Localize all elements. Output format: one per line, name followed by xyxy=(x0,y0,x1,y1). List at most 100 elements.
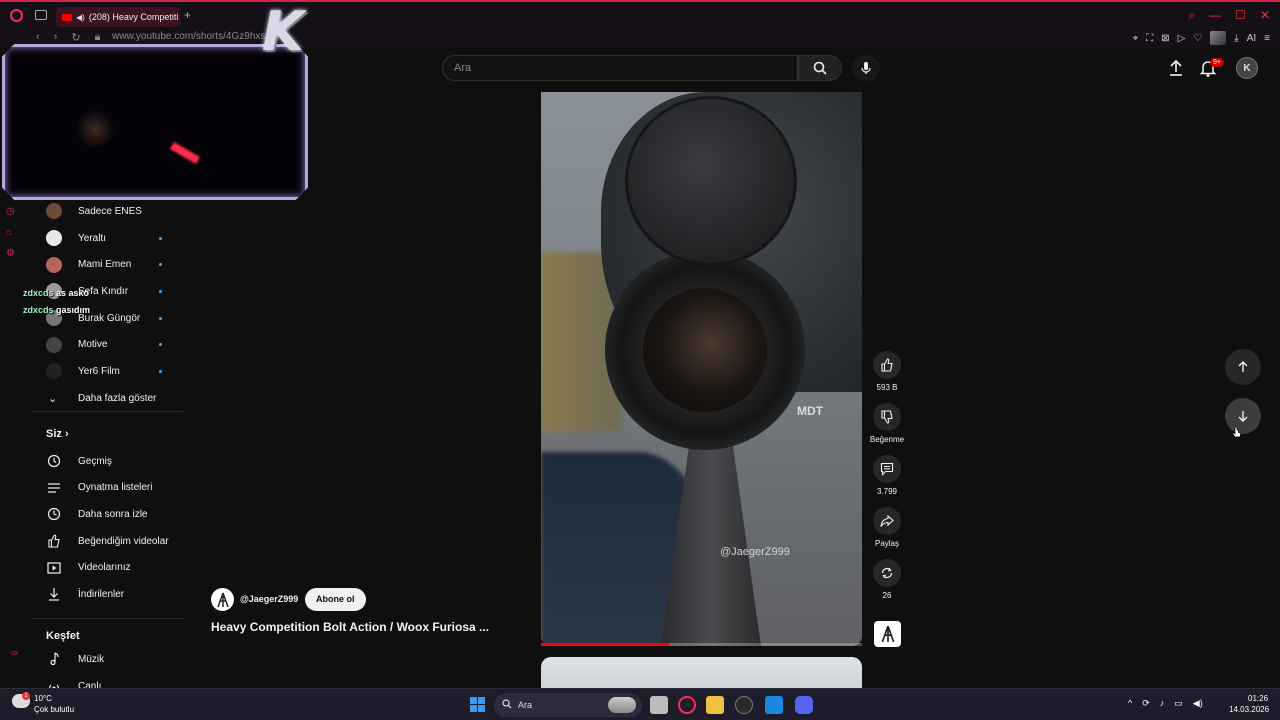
sidebar-item-yeralti[interactable]: Yeraltı xyxy=(40,225,190,252)
webcam-neon xyxy=(170,142,200,164)
sidebar-item-sadece-enes[interactable]: Sadece ENES xyxy=(40,198,190,225)
browser-tab-youtube[interactable]: ◀) (208) Heavy Competiti xyxy=(56,7,180,27)
shield-icon[interactable]: ⊠ xyxy=(1161,33,1169,44)
comments-button[interactable] xyxy=(873,455,901,483)
video-overlay-text: MDT xyxy=(797,404,823,418)
video-player[interactable]: MDT @JaegerZ999 xyxy=(541,92,862,646)
chevron-up-icon[interactable]: ^ xyxy=(1128,698,1132,709)
task-view-icon[interactable] xyxy=(650,696,668,714)
extension-avatar[interactable] xyxy=(1210,31,1227,45)
menu-icon[interactable]: ≡ xyxy=(1264,33,1270,44)
sound-source-thumbnail[interactable] xyxy=(874,621,901,647)
sidebar-item-label: Daha sonra izle xyxy=(78,508,148,520)
like-count: 593 B xyxy=(876,383,898,392)
chat-text: gasıdım xyxy=(56,305,91,315)
clock-icon[interactable]: ◷ xyxy=(6,206,15,217)
sidebar-item-playlists[interactable]: Oynatma listeleri xyxy=(40,475,190,502)
tab-menu-icon[interactable] xyxy=(35,10,47,20)
sidebar-item-music[interactable]: Müzik xyxy=(40,646,190,673)
channel-avatar[interactable] xyxy=(211,588,234,611)
new-tab-icon[interactable]: + xyxy=(184,8,191,22)
home-icon[interactable]: ⌂ xyxy=(6,227,15,238)
forward-icon[interactable]: › xyxy=(54,31,58,44)
upload-icon xyxy=(1170,59,1182,76)
screenshot-icon[interactable]: ⛶ xyxy=(1146,33,1153,44)
start-button[interactable] xyxy=(470,697,485,712)
channel-avatar xyxy=(46,256,62,273)
thumbs-up-icon xyxy=(881,358,893,372)
reload-icon[interactable]: ↻ xyxy=(71,31,80,44)
sidebar-item-watch-later[interactable]: Daha sonra izle xyxy=(40,501,190,528)
avatar[interactable]: K xyxy=(1236,57,1258,79)
maximize-icon[interactable]: ☐ xyxy=(1235,8,1246,23)
section-you[interactable]: Siz › xyxy=(46,428,69,440)
sidebar-item-history[interactable]: Geçmiş xyxy=(40,448,190,475)
dislike-button[interactable] xyxy=(873,403,901,431)
heart-icon[interactable]: ♡ xyxy=(1193,33,1202,44)
network-icon[interactable]: ▭ xyxy=(1174,698,1183,709)
video-scope-lens xyxy=(643,288,767,412)
clock-date[interactable]: 14.03.2026 xyxy=(1229,705,1269,714)
remix-count: 26 xyxy=(882,591,892,600)
chat-message: zdxcds as asko xyxy=(23,288,89,298)
previous-video-button[interactable] xyxy=(1225,349,1261,385)
dislike-label: Beğenme xyxy=(869,435,905,444)
channel-avatar xyxy=(46,230,62,247)
search-button[interactable] xyxy=(798,55,842,81)
remix-button[interactable] xyxy=(873,559,901,587)
new-content-dot xyxy=(159,236,162,240)
volume-icon[interactable]: ◀) xyxy=(1193,698,1203,709)
search-input[interactable]: Ara xyxy=(442,55,798,81)
taskbar: 1 10°C Çok bulutlu Ara ^ ⟳ ♪ ▭ ◀) 01:26 … xyxy=(0,688,1280,720)
opera-browser-icon[interactable] xyxy=(678,696,696,714)
channel-name: Mami Emen xyxy=(78,259,132,271)
download-icon[interactable]: ⤓ xyxy=(1234,33,1238,44)
play-box-icon xyxy=(47,562,61,574)
app-icon[interactable] xyxy=(765,696,783,714)
channel-name[interactable]: @JaegerZ999 xyxy=(240,594,298,604)
voice-search-button[interactable] xyxy=(852,55,880,81)
settings-icon[interactable]: ⚙ xyxy=(6,248,15,259)
clock-time[interactable]: 01:26 xyxy=(1248,694,1268,703)
sidebar-item-liked-videos[interactable]: Beğendiğim videolar xyxy=(40,528,190,555)
widget-app-icon[interactable] xyxy=(608,697,636,713)
microphone-icon[interactable]: ♪ xyxy=(1160,698,1165,709)
sidebar-item-live[interactable]: Canlı xyxy=(40,673,190,689)
channel-avatar xyxy=(46,336,62,353)
sidebar-item-label: Beğendiğim videolar xyxy=(78,535,169,547)
file-explorer-icon[interactable] xyxy=(706,696,724,714)
play-icon[interactable]: ▷ xyxy=(1178,33,1186,44)
next-video-button[interactable] xyxy=(1225,398,1261,434)
video-title[interactable]: Heavy Competition Bolt Action / Woox Fur… xyxy=(211,620,489,634)
sidebar-item-your-videos[interactable]: Videolarınız xyxy=(40,554,190,581)
weather-desc[interactable]: Çok bulutlu xyxy=(34,705,74,714)
opera-logo-icon[interactable] xyxy=(10,9,23,22)
show-more-button[interactable]: ⌄ Daha fazla göster xyxy=(40,385,190,412)
search-icon xyxy=(813,61,827,75)
subscribe-button[interactable]: Abone ol xyxy=(305,588,366,611)
search-icon[interactable]: ⌕ xyxy=(1188,8,1195,23)
like-button[interactable] xyxy=(873,351,901,379)
close-icon[interactable]: ✕ xyxy=(1260,8,1270,23)
sync-icon[interactable]: ⟳ xyxy=(1142,698,1150,709)
share-button[interactable] xyxy=(873,507,901,535)
sidebar-item-motive[interactable]: Motive xyxy=(40,331,190,358)
discord-icon[interactable] xyxy=(795,696,813,714)
pin-icon[interactable]: ⌖ xyxy=(1133,33,1139,44)
minimize-icon[interactable]: — xyxy=(1209,8,1221,23)
windows-logo-icon xyxy=(470,697,477,704)
speaker-icon[interactable]: ◀) xyxy=(76,13,85,22)
obs-icon[interactable] xyxy=(735,696,753,714)
browser-nav: ‹ › ↻ 🔒︎ xyxy=(36,31,100,44)
create-button[interactable] xyxy=(1166,58,1186,78)
sidebar-item-yer6-film[interactable]: Yer6 Film xyxy=(40,358,190,385)
sidebar-item-downloads[interactable]: İndirilenler xyxy=(40,581,190,608)
back-icon[interactable]: ‹ xyxy=(36,31,40,44)
chat-user: zdxcds xyxy=(23,288,54,298)
ai-button[interactable]: AI xyxy=(1247,33,1256,44)
weather-temp[interactable]: 10°C xyxy=(34,694,52,703)
youtube-favicon-icon xyxy=(62,13,72,21)
url-field[interactable]: www.youtube.com/shorts/4Gz9hxs xyxy=(112,31,265,42)
video-progress-bar[interactable] xyxy=(541,643,862,646)
sidebar-item-mami-emen[interactable]: Mami Emen xyxy=(40,251,190,278)
